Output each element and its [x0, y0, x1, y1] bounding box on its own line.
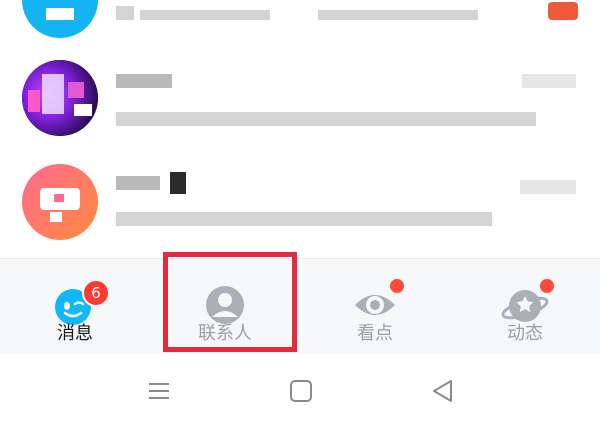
tab-messages[interactable]: 6 消息	[0, 259, 150, 355]
avatar	[22, 0, 98, 38]
message-preview	[116, 112, 536, 126]
contact-name	[116, 74, 172, 88]
avatar	[22, 60, 98, 136]
highlight-box	[163, 252, 297, 352]
system-navigation-bar	[0, 354, 600, 427]
bottom-tab-bar: 6 消息 联系人 看点 动态	[0, 258, 600, 355]
unread-badge: 6	[82, 279, 110, 307]
tab-label: 消息	[57, 323, 93, 344]
tab-moments[interactable]: 动态	[450, 259, 600, 355]
notification-dot	[388, 277, 406, 295]
tab-label: 看点	[357, 323, 393, 344]
timestamp	[522, 74, 576, 88]
tab-discover[interactable]: 看点	[300, 259, 450, 355]
notification-dot	[538, 277, 556, 295]
tab-label: 动态	[507, 323, 543, 344]
timestamp	[520, 180, 576, 194]
home-icon[interactable]	[288, 378, 314, 404]
avatar	[22, 164, 98, 240]
chat-row[interactable]	[0, 0, 600, 50]
message-preview	[116, 212, 492, 226]
chat-row[interactable]	[0, 58, 600, 158]
contact-name	[116, 176, 160, 190]
menu-icon[interactable]	[146, 378, 172, 404]
chat-list	[0, 0, 600, 258]
chat-row[interactable]	[0, 162, 600, 258]
back-icon[interactable]	[430, 378, 456, 404]
